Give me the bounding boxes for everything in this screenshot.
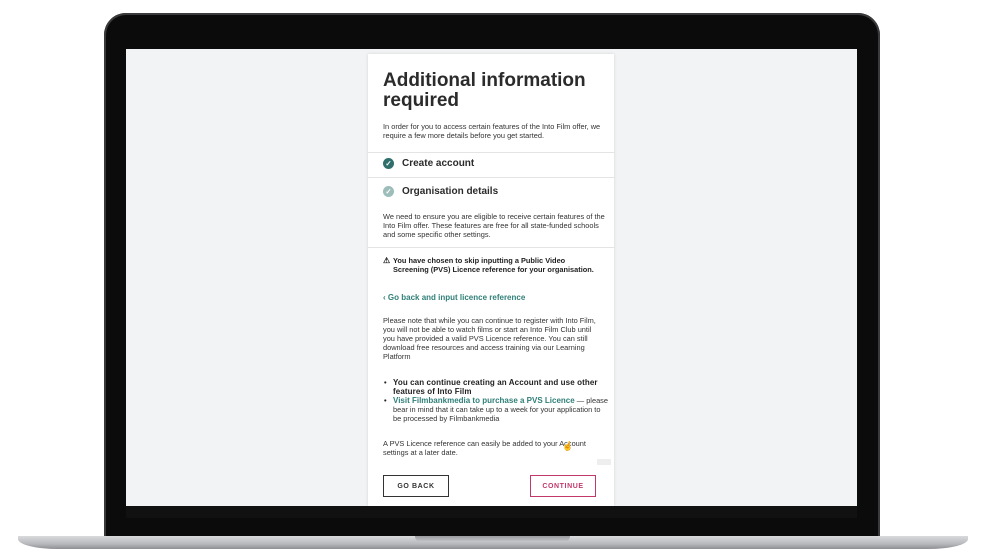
filmbankmedia-link[interactable]: Visit Filmbankmedia to purchase a PVS Li… — [393, 396, 575, 405]
go-back-button[interactable]: GO BACK — [383, 475, 449, 497]
registration-modal: Additional information required In order… — [368, 54, 614, 506]
screen: Additional information required In order… — [126, 49, 857, 506]
continue-option-text: You can continue creating an Account and… — [393, 378, 598, 396]
step-label: Organisation details — [402, 185, 499, 197]
options-list: You can continue creating an Account and… — [383, 378, 608, 423]
chevron-left-icon: ‹ — [383, 293, 386, 302]
scrollbar[interactable] — [597, 459, 611, 465]
continue-button[interactable]: CONTINUE — [530, 475, 596, 497]
intro-text: In order for you to access certain featu… — [383, 122, 601, 140]
check-circle-icon: ✓ — [383, 157, 394, 169]
screen-bezel-bottom — [126, 506, 857, 518]
check-circle-icon: ✓ — [383, 185, 394, 197]
list-item: Visit Filmbankmedia to purchase a PVS Li… — [383, 396, 608, 423]
step-organisation-details: ✓ Organisation details — [383, 184, 498, 198]
hand-cursor-icon: ☝ — [562, 441, 574, 451]
list-item: You can continue creating an Account and… — [383, 378, 608, 396]
warning-icon: ⚠ — [383, 256, 391, 265]
go-back-licence-link[interactable]: ‹ Go back and input licence reference — [383, 293, 525, 302]
modal-title: Additional information required — [383, 70, 586, 111]
divider — [368, 247, 614, 248]
laptop-base-notch — [415, 536, 570, 542]
back-link-label: Go back and input licence reference — [387, 293, 526, 302]
divider — [368, 177, 614, 178]
warning-text: You have chosen to skip inputting a Publ… — [393, 256, 594, 274]
modal-footer: GO BACK CONTINUE — [368, 467, 614, 506]
organisation-text: We need to ensure you are eligible to re… — [383, 212, 605, 239]
divider — [368, 152, 614, 153]
pvs-warning: ⚠ You have chosen to skip inputting a Pu… — [383, 256, 598, 274]
pvs-note: Please note that while you can continue … — [383, 316, 596, 361]
step-label: Create account — [402, 157, 475, 169]
step-create-account: ✓ Create account — [383, 156, 474, 170]
